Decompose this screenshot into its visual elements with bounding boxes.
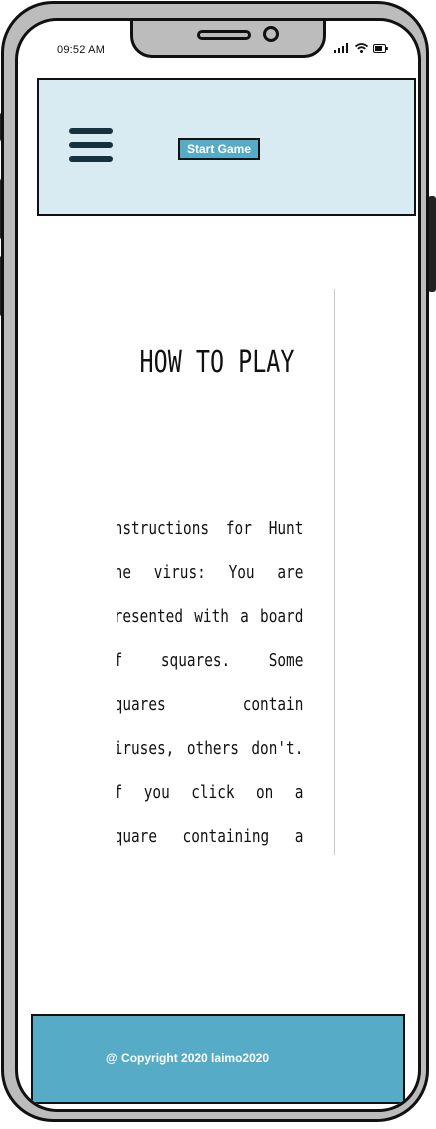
battery-icon [373,43,388,53]
app-footer: @ Copyright 2020 laimo2020 [31,1014,405,1104]
menu-bar-line [69,128,113,134]
speaker-icon [197,30,251,40]
phone-screen: 09:52 AM Start Game HOW TO PLAY structio… [15,18,421,1112]
how-to-play-section: HOW TO PLAY Instructions for Hunt the vi… [117,289,337,855]
signal-icon [334,43,348,53]
camera-icon [263,26,279,42]
copyright-text: @ Copyright 2020 laimo2020 [106,1051,270,1065]
start-game-button[interactable]: Start Game [178,138,260,160]
menu-bar-line [69,142,113,148]
app-header: Start Game [37,78,416,216]
page-title: HOW TO PLAY [139,345,295,380]
status-icons [334,43,388,53]
instructions-text: Instructions for Hunt the virus: You are… [117,518,304,847]
wifi-icon [355,43,368,53]
phone-notch [130,21,326,58]
menu-bar-line [69,156,113,162]
phone-frame: 09:52 AM Start Game HOW TO PLAY structio… [1,1,429,1122]
status-time: 09:52 AM [57,44,106,56]
phone-mockup: 09:52 AM Start Game HOW TO PLAY structio… [0,0,436,1129]
phone-power-button [428,196,436,292]
hamburger-menu-icon[interactable] [69,128,113,166]
